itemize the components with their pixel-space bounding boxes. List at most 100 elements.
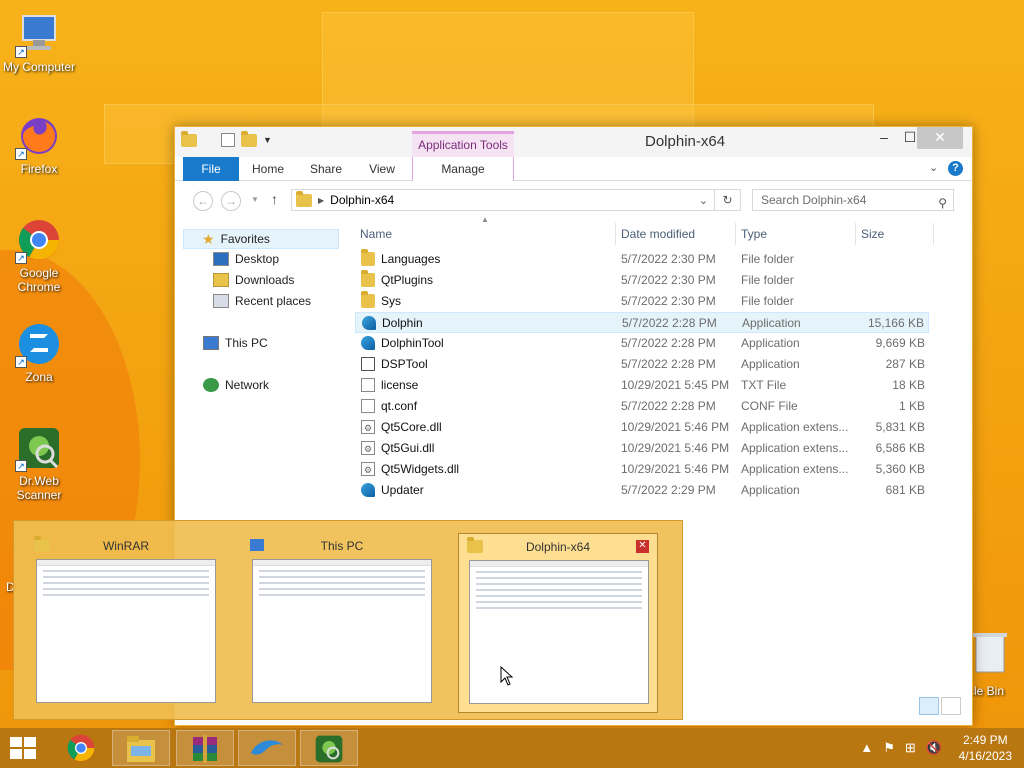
table-row[interactable]: DolphinTool 5/7/2022 2:28 PM Application… [355, 333, 929, 354]
help-icon[interactable]: ? [948, 161, 963, 176]
details-view-button[interactable] [919, 697, 939, 715]
title-bar[interactable]: ▼ Application Tools Dolphin-x64 – ☐ ✕ [175, 127, 972, 157]
file-name: Dolphin [382, 316, 423, 330]
nav-network[interactable]: Network [203, 375, 269, 395]
up-button[interactable]: ↑ [271, 191, 278, 207]
switcher-thumb-dolphin[interactable]: Dolphin-x64 ✕ [458, 533, 658, 713]
nav-favorites[interactable]: ★ Favorites [183, 229, 339, 249]
file-type: Application [741, 336, 800, 350]
search-input[interactable]: Search Dolphin-x64 ⚲ [752, 189, 954, 211]
window-preview [252, 559, 432, 703]
window-preview [36, 559, 216, 703]
table-row[interactable]: Updater 5/7/2022 2:29 PM Application 681… [355, 480, 929, 501]
breadcrumb-path[interactable]: Dolphin-x64 [330, 193, 394, 207]
system-tray: ▲ ⚑ ⊞ 🔇 [860, 740, 942, 756]
tab-file[interactable]: File [183, 157, 239, 181]
table-row[interactable]: qt.conf 5/7/2022 2:28 PM CONF File 1 KB [355, 396, 929, 417]
nav-downloads[interactable]: Downloads [213, 270, 294, 290]
file-size: 9,669 KB [875, 336, 925, 350]
file-name: license [381, 378, 419, 392]
show-hidden-icons-icon[interactable]: ▲ [860, 740, 873, 756]
taskbar: ▲ ⚑ ⊞ 🔇 2:49 PM 4/16/2023 [0, 728, 1024, 768]
ribbon-tabs: File Home Share View Manage ⌄ ? [175, 157, 972, 181]
close-button[interactable]: ✕ [917, 127, 963, 149]
taskbar-drweb[interactable] [300, 730, 358, 766]
column-header-type[interactable]: Type [741, 227, 767, 241]
dll-icon [361, 439, 375, 460]
start-button[interactable] [10, 737, 38, 759]
clock[interactable]: 2:49 PM 4/16/2023 [959, 732, 1012, 764]
table-row[interactable]: Qt5Gui.dll 10/29/2021 5:46 PM Applicatio… [355, 438, 929, 460]
desktop-icon-label: My Computer [2, 60, 76, 74]
drweb-icon [315, 735, 343, 763]
shortcut-arrow-icon: ↗ [15, 252, 27, 264]
recent-locations-icon[interactable]: ▼ [251, 195, 259, 204]
desktop-icon-zona[interactable]: ↗ Zona [0, 320, 78, 384]
switcher-thumb-title: WinRAR [102, 539, 149, 553]
star-icon: ★ [202, 231, 215, 247]
taskbar-winrar[interactable] [176, 730, 234, 766]
taskbar-file-explorer[interactable] [112, 730, 170, 766]
table-row[interactable]: QtPlugins 5/7/2022 2:30 PM File folder [355, 270, 929, 291]
column-header-date[interactable]: Date modified [621, 227, 695, 241]
table-row[interactable]: Dolphin 5/7/2022 2:28 PM Application 15,… [355, 312, 929, 333]
recycle-bin-icon [973, 633, 1007, 673]
firefox-icon: ↗ [15, 112, 63, 160]
network-icon [203, 378, 219, 392]
desktop-icon-firefox[interactable]: ↗ Firefox [0, 112, 78, 176]
desktop-icon-my-computer[interactable]: ↗ My Computer [0, 10, 78, 74]
address-input[interactable]: ▶ Dolphin-x64 ⌄ [291, 189, 715, 211]
nav-desktop[interactable]: Desktop [213, 249, 279, 269]
properties-icon[interactable] [221, 133, 235, 147]
taskbar-chrome[interactable] [52, 730, 110, 766]
nav-recent-places[interactable]: Recent places [213, 291, 311, 311]
file-size: 18 KB [892, 378, 925, 392]
tab-home[interactable]: Home [245, 157, 291, 181]
address-dropdown-icon[interactable]: ⌄ [699, 194, 708, 207]
search-placeholder: Search Dolphin-x64 [761, 193, 867, 207]
tab-manage[interactable]: Manage [412, 157, 514, 181]
switcher-thumb-this-pc[interactable]: This PC [242, 533, 442, 713]
refresh-button[interactable]: ↻ [715, 189, 741, 211]
folder-icon [181, 130, 197, 147]
table-row[interactable]: Languages 5/7/2022 2:30 PM File folder [355, 249, 929, 270]
tab-view[interactable]: View [359, 157, 405, 181]
ribbon-expand-icon[interactable]: ⌄ [929, 161, 938, 174]
zona-icon: ↗ [15, 320, 63, 368]
chrome-icon: ↗ [15, 216, 63, 264]
table-row[interactable]: Sys 5/7/2022 2:30 PM File folder [355, 291, 929, 312]
network-icon[interactable]: ⊞ [905, 740, 916, 756]
volume-muted-icon[interactable]: 🔇 [926, 740, 942, 756]
column-header-name[interactable]: Name [360, 227, 392, 241]
clock-date: 4/16/2023 [958, 749, 1012, 763]
new-folder-icon[interactable] [241, 130, 257, 147]
desktop-icon-drweb[interactable]: ↗ Dr.Web Scanner [0, 424, 78, 502]
close-icon[interactable]: ✕ [636, 540, 649, 553]
file-date: 5/7/2022 2:28 PM [621, 357, 716, 371]
shortcut-arrow-icon: ↗ [15, 148, 27, 160]
action-center-flag-icon[interactable]: ⚑ [883, 740, 895, 756]
nav-downloads-label: Downloads [235, 273, 295, 287]
windows-logo-icon [10, 737, 36, 759]
file-size: 5,360 KB [875, 462, 925, 476]
desktop-icon-label: Dr.Web Scanner [16, 474, 62, 502]
desktop-icon-chrome[interactable]: ↗ Google Chrome [0, 216, 78, 294]
column-header-size[interactable]: Size [861, 227, 884, 241]
large-icons-view-button[interactable] [941, 697, 961, 715]
nav-this-pc[interactable]: This PC [203, 333, 268, 353]
taskbar-dolphin[interactable] [238, 730, 296, 766]
tab-share[interactable]: Share [303, 157, 349, 181]
search-icon[interactable]: ⚲ [938, 193, 947, 213]
table-row[interactable]: Qt5Widgets.dll 10/29/2021 5:46 PM Applic… [355, 459, 929, 481]
table-row[interactable]: DSPTool 5/7/2022 2:28 PM Application 287… [355, 354, 929, 375]
switcher-thumb-winrar[interactable]: WinRAR [26, 533, 226, 713]
computer-icon [203, 336, 219, 350]
table-row[interactable]: license 10/29/2021 5:45 PM TXT File 18 K… [355, 375, 929, 396]
nav-thispc-label: This PC [225, 336, 268, 350]
clock-time: 2:49 PM [962, 733, 1008, 747]
chevron-down-icon[interactable]: ▼ [263, 135, 272, 145]
file-type: CONF File [741, 399, 798, 413]
back-button[interactable]: ← [193, 191, 213, 211]
forward-button[interactable]: → [221, 191, 241, 211]
table-row[interactable]: Qt5Core.dll 10/29/2021 5:46 PM Applicati… [355, 417, 929, 439]
